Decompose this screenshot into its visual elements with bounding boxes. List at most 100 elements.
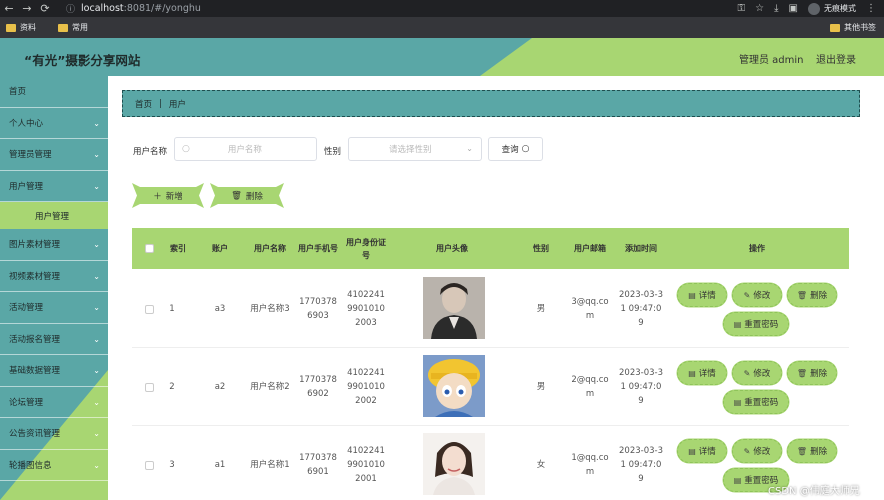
- edit-button[interactable]: ✎ 修改: [732, 439, 782, 463]
- header-ops: 操作: [749, 244, 765, 253]
- cell-phone: 17703786903: [299, 297, 337, 321]
- chevron-down-icon: ⌄: [93, 150, 100, 159]
- edit-button[interactable]: ✎ 修改: [732, 283, 782, 307]
- delete-row-button[interactable]: 🗑 删除: [787, 361, 837, 385]
- cell-name: 用户名称3: [250, 304, 290, 314]
- search-icon: ○: [521, 144, 530, 154]
- header-phone: 用户手机号: [298, 244, 338, 253]
- delete-row-button[interactable]: 🗑 删除: [787, 283, 837, 307]
- sidepanel-icon[interactable]: ▣: [789, 3, 798, 14]
- row-checkbox[interactable]: [140, 270, 158, 348]
- other-bookmarks[interactable]: 其他书签: [830, 22, 876, 33]
- query-button[interactable]: 查询 ○: [488, 137, 543, 161]
- cell-account: a2: [214, 382, 226, 392]
- sidebar: 首页 个人中心 ⌄ 管理员管理 ⌄ 用户管理 ⌄ 用户管理 图片素材管理 ⌄ 视频素材管理 ⌄ 活动管理…: [0, 76, 108, 500]
- cell-email: 2@qq.com: [571, 375, 609, 399]
- sidebar-item[interactable]: 基础数据管理 ⌄: [0, 355, 108, 387]
- header-index: 索引: [170, 244, 186, 253]
- header-account: 账户: [212, 244, 228, 253]
- gender-placeholder: 请选择性别: [389, 145, 432, 155]
- sidebar-item[interactable]: 论坛管理 ⌄: [0, 387, 108, 418]
- cell-gender: 男: [536, 304, 546, 314]
- table-header: 索引 账户 用户名称 用户手机号 用户身份证号 用户头像 性别 用户邮箱 添加时…: [132, 228, 849, 269]
- header-name: 用户名称: [254, 244, 286, 253]
- forward-icon[interactable]: →: [18, 2, 36, 15]
- search-icon: ○: [182, 144, 190, 154]
- cell-email: 3@qq.com: [571, 297, 609, 321]
- row-checkbox[interactable]: [140, 426, 158, 500]
- star-icon[interactable]: ☆: [755, 3, 764, 14]
- trash-icon: 🗑: [796, 290, 808, 300]
- incognito-label: 无痕模式: [824, 4, 856, 13]
- back-icon[interactable]: ←: [0, 2, 18, 15]
- sidebar-subitem[interactable]: 用户管理: [0, 202, 108, 229]
- breadcrumb-separator: |: [159, 98, 162, 109]
- breadcrumb-home[interactable]: 首页: [135, 98, 152, 110]
- row-checkbox[interactable]: [140, 348, 158, 426]
- document-icon: ▤: [733, 319, 742, 329]
- sidebar-item[interactable]: 视频素材管理 ⌄: [0, 261, 108, 292]
- cell-time: 2023-03-31 09:47:09: [619, 446, 663, 484]
- header-email: 用户邮箱: [574, 244, 606, 253]
- sidebar-item[interactable]: 个人中心 ⌄: [0, 108, 108, 139]
- document-icon: ▤: [688, 290, 696, 300]
- header-id-card: 用户身份证号: [346, 237, 386, 260]
- sidebar-item[interactable]: 活动管理 ⌄: [0, 292, 108, 324]
- gender-label: 性别: [324, 147, 342, 157]
- name-input[interactable]: ○ 用户名称: [174, 137, 317, 161]
- detail-button[interactable]: ▤ 详情: [677, 361, 727, 385]
- incognito-indicator[interactable]: 无痕模式: [808, 2, 856, 15]
- address-bar[interactable]: ⓘ localhost:8081/#/yonghu: [66, 2, 201, 15]
- sidebar-item[interactable]: 轮播图信息 ⌄: [0, 450, 108, 481]
- edit-icon: ✎: [743, 446, 751, 456]
- name-placeholder: 用户名称: [227, 145, 262, 155]
- cell-time: 2023-03-31 09:47:09: [619, 368, 663, 406]
- bookmark-folder[interactable]: 常用: [58, 22, 88, 33]
- gender-select[interactable]: 请选择性别 ⌄: [348, 137, 482, 161]
- bookmark-folder[interactable]: 资料: [6, 22, 36, 33]
- sidebar-item-label: 图片素材管理: [9, 240, 61, 251]
- cell-name: 用户名称2: [250, 382, 290, 392]
- cell-index: 3: [169, 460, 175, 470]
- sidebar-item[interactable]: 管理员管理 ⌄: [0, 139, 108, 171]
- reload-icon[interactable]: ⟳: [36, 2, 54, 15]
- cell-account: a3: [214, 304, 226, 314]
- sidebar-item[interactable]: 首页: [0, 76, 108, 108]
- plus-icon: ＋: [153, 191, 162, 202]
- folder-icon: [6, 23, 16, 32]
- sidebar-item[interactable]: 图片素材管理 ⌄: [0, 229, 108, 261]
- sidebar-item-label: 活动报名管理: [9, 334, 61, 345]
- download-icon[interactable]: ⤓: [774, 3, 778, 14]
- app-header: “有光”摄影分享网站 管理员 admin 退出登录: [0, 38, 884, 76]
- bookmarks-bar: 资料 常用 其他书签: [0, 17, 884, 38]
- logout-link[interactable]: 退出登录: [816, 51, 856, 66]
- avatar: [423, 433, 485, 495]
- menu-icon[interactable]: ⋮: [866, 3, 876, 14]
- sidebar-item[interactable]: 用户管理 ⌄: [0, 171, 108, 202]
- folder-icon: [58, 23, 68, 32]
- table-row: 1 a3 用户名称3 17703786903 410224199010102003 男 3@…: [132, 270, 849, 348]
- folder-icon: [830, 23, 840, 32]
- add-button[interactable]: ＋ 新增: [132, 183, 204, 208]
- trash-icon: 🗑: [796, 368, 808, 378]
- sidebar-item-label: 活动管理: [9, 303, 44, 314]
- delete-button[interactable]: 🗑 删除: [210, 183, 284, 208]
- sidebar-item[interactable]: 公告资讯管理 ⌄: [0, 418, 108, 450]
- reset-password-button[interactable]: ▤ 重置密码: [723, 312, 789, 336]
- detail-button[interactable]: ▤ 详情: [677, 283, 727, 307]
- delete-row-button[interactable]: 🗑 删除: [787, 439, 837, 463]
- table-row: 2 a2 用户名称2 17703786902 410224199010102002 男 2@…: [132, 348, 849, 426]
- sidebar-item[interactable]: 活动报名管理 ⌄: [0, 324, 108, 355]
- sidebar-item-label: 用户管理: [35, 211, 70, 222]
- detail-button[interactable]: ▤ 详情: [677, 439, 727, 463]
- reset-password-button[interactable]: ▤ 重置密码: [723, 390, 789, 414]
- sidebar-item-label: 用户管理: [9, 181, 44, 192]
- cell-index: 1: [169, 304, 175, 314]
- cell-gender: 男: [536, 382, 546, 392]
- chevron-down-icon: ⌄: [93, 118, 100, 128]
- key-icon[interactable]: ⚿: [738, 3, 746, 14]
- document-icon: ▤: [688, 368, 696, 378]
- select-all-checkbox[interactable]: [140, 228, 158, 269]
- breadcrumb-current: 用户: [168, 99, 186, 110]
- edit-button[interactable]: ✎ 修改: [732, 361, 782, 385]
